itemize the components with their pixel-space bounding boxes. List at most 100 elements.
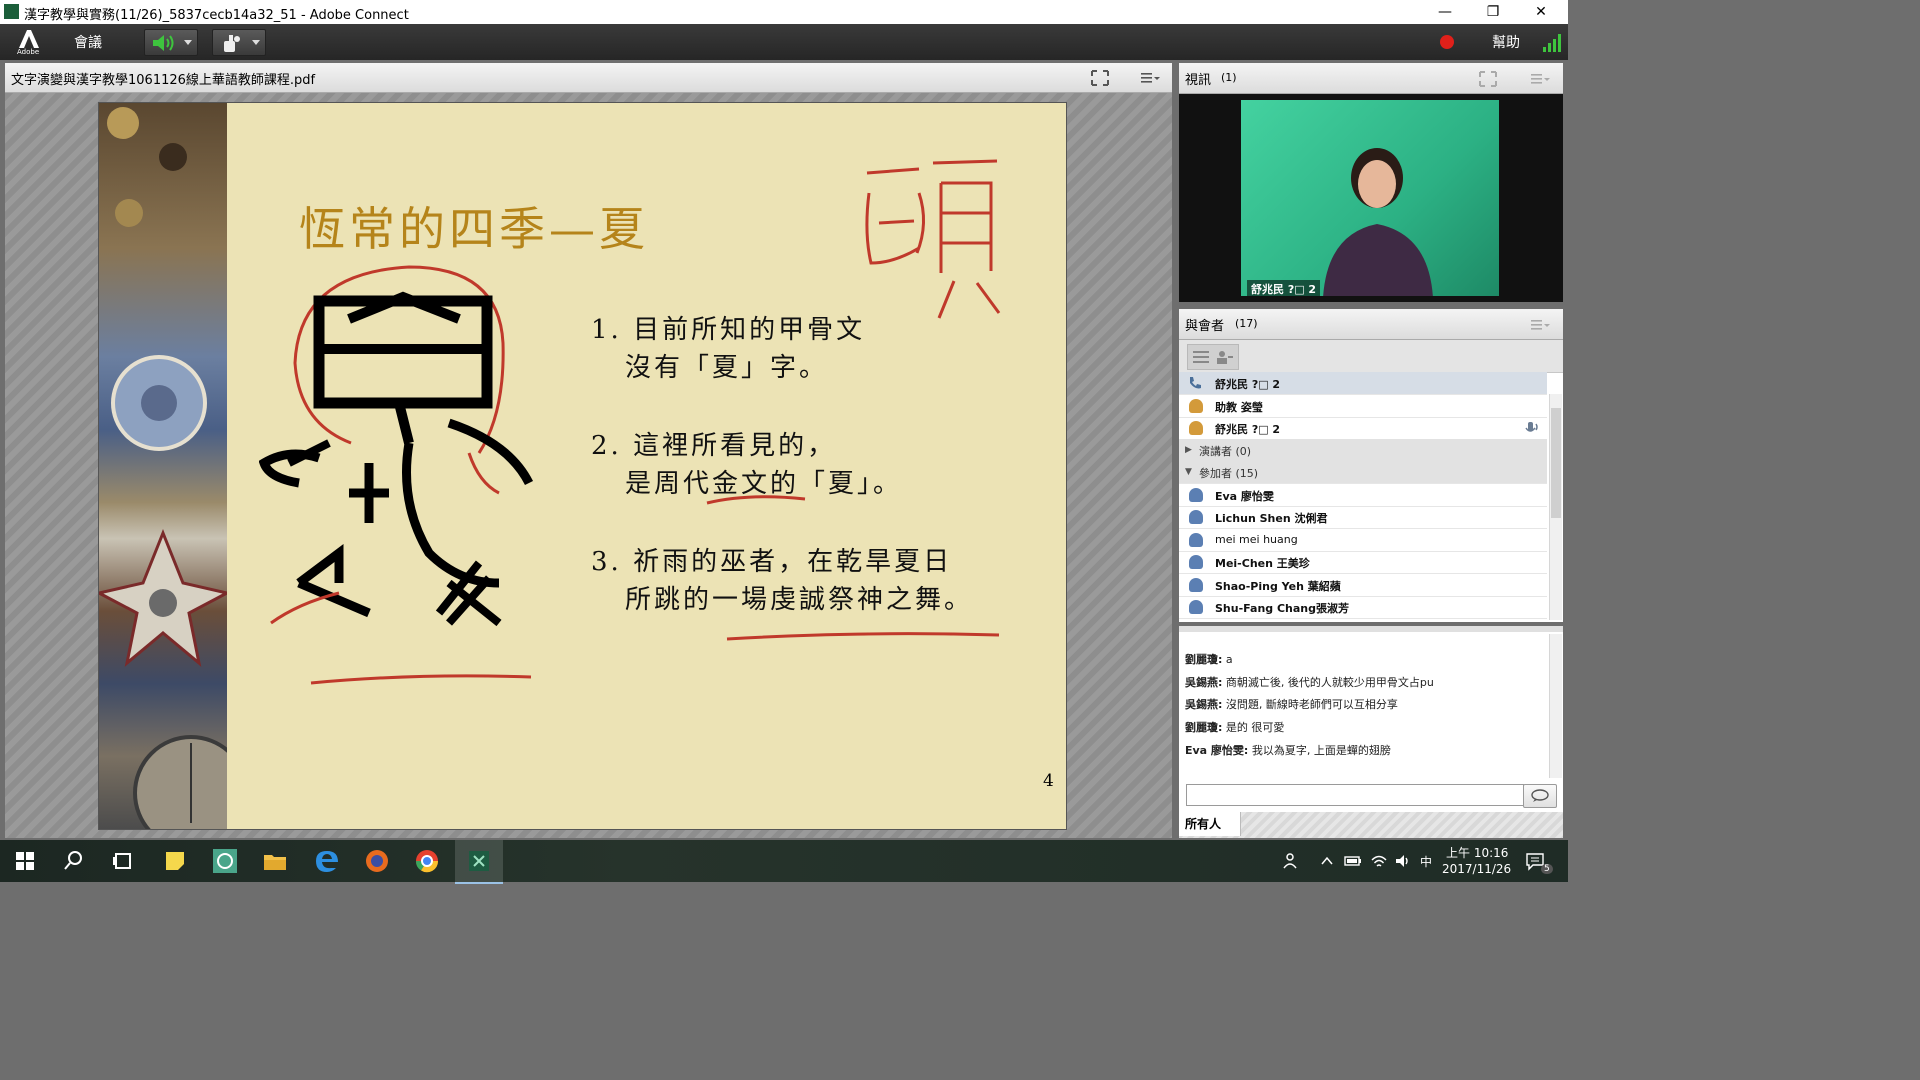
participant-row[interactable]: Shu-Fang Chang張淑芳 <box>1179 596 1547 619</box>
app-snowflake-icon[interactable] <box>210 846 240 876</box>
participant-user-icon <box>1189 555 1203 569</box>
webcam-video-feed[interactable]: 舒兆民 ?□ 2 <box>1241 100 1499 296</box>
video-pod-title: 視訊 <box>1185 73 1212 88</box>
bronze-inscription-xia-character <box>259 265 534 627</box>
participant-user-icon <box>1189 488 1203 502</box>
chat-pod: 劉麗瓊: a 吳錫燕: 商朝滅亡後, 後代的人就較少用甲骨文占pu 吳錫燕: 沒… <box>1179 626 1563 838</box>
edge-browser-icon[interactable] <box>312 846 342 876</box>
participant-user-icon <box>1189 533 1203 547</box>
participant-row[interactable]: Eva 廖怡雯 <box>1179 484 1547 507</box>
chat-tab-bar: 所有人 <box>1179 812 1563 838</box>
volume-icon[interactable] <box>1394 852 1412 870</box>
windows-start-icon[interactable] <box>10 846 40 876</box>
pod-options-menu-icon[interactable] <box>1531 73 1551 85</box>
presenter-figure <box>1323 148 1433 296</box>
record-icon[interactable] <box>1438 33 1456 51</box>
clock-time[interactable]: 上午 10:16 <box>1446 844 1508 861</box>
adobe-connect-taskbar-button[interactable] <box>455 840 503 884</box>
participant-row[interactable]: mei mei huang <box>1179 529 1547 552</box>
attendee-status-view-icon[interactable] <box>1215 348 1235 366</box>
maximize-button[interactable]: ❐ <box>1470 2 1516 22</box>
help-menu[interactable]: 幫助 <box>1492 32 1520 52</box>
pod-options-menu-icon[interactable] <box>1531 319 1551 331</box>
microphone-active-icon <box>1525 422 1538 432</box>
attendees-scrollbar[interactable] <box>1549 394 1562 620</box>
chrome-browser-icon[interactable] <box>412 846 442 876</box>
participant-name: Shao-Ping Yeh 葉紹蘋 <box>1215 580 1341 593</box>
participants-group-label: 參加者 (15) <box>1199 467 1259 480</box>
chat-message-input[interactable] <box>1186 784 1524 806</box>
participant-row[interactable]: Mei-Chen 王美珍 <box>1179 551 1547 574</box>
speaker-icon <box>153 35 174 51</box>
participant-row[interactable]: Shao-Ping Yeh 葉紹蘋 <box>1179 574 1547 597</box>
slide-decorative-collage <box>99 103 249 829</box>
chat-text: 是的 很可愛 <box>1225 721 1285 734</box>
windows-taskbar: 中 上午 10:16 2017/11/26 5 <box>0 840 1568 884</box>
chat-sender: Eva 廖怡雯: <box>1185 744 1249 757</box>
chevron-down-icon: ▼ <box>1185 467 1192 477</box>
participants-group-header[interactable]: ▼ 參加者 (15) <box>1179 461 1547 484</box>
host-row[interactable]: 舒兆民 ?□ 2 <box>1179 417 1547 440</box>
slide-point-3-line-1: 3. 祈雨的巫者，在乾旱夏日 <box>591 547 953 577</box>
sticky-notes-icon[interactable] <box>160 846 190 876</box>
slide-point-3-line-2: 所跳的一場虔誠祭神之舞。 <box>625 585 974 615</box>
slide-point-2-line-1: 2. 這裡所看見的， <box>591 431 837 461</box>
people-icon[interactable] <box>1282 851 1302 871</box>
chat-text: 商朝滅亡後, 後代的人就較少用甲骨文占pu <box>1225 676 1434 689</box>
input-method-indicator[interactable]: 中 <box>1420 853 1432 870</box>
host-user-icon <box>1189 399 1203 413</box>
presenters-group-header[interactable]: ▶ 演講者 (0) <box>1179 439 1547 462</box>
annotation-underline-figure <box>310 674 532 685</box>
chevron-down-icon <box>184 40 192 45</box>
wifi-icon[interactable] <box>1370 852 1388 870</box>
fullscreen-icon[interactable] <box>1479 71 1497 87</box>
participant-name: Shu-Fang Chang張淑芳 <box>1215 602 1350 615</box>
minimize-button[interactable]: — <box>1422 2 1468 22</box>
search-icon[interactable] <box>58 846 88 876</box>
pod-options-menu-icon[interactable] <box>1141 72 1161 84</box>
speaker-toggle-button[interactable] <box>144 29 198 56</box>
view-toggle-group <box>1187 344 1239 370</box>
chat-sender: 吳錫燕: <box>1185 676 1223 689</box>
chevron-up-icon[interactable] <box>1320 854 1334 868</box>
participant-name: Mei-Chen 王美珍 <box>1215 557 1310 570</box>
video-pod-count: (1) <box>1221 71 1237 84</box>
window-title: 漢字教學與實務(11/26)_5837cecb14a32_51 - Adobe … <box>24 8 409 23</box>
chat-sender: 劉麗瓊: <box>1185 653 1223 666</box>
list-view-icon[interactable] <box>1191 348 1211 366</box>
annotation-underline-jinwen <box>706 495 806 505</box>
task-view-icon[interactable] <box>108 846 138 876</box>
chat-text: 沒問題, 斷線時老師們可以互相分享 <box>1225 698 1398 711</box>
share-pod-header: 文字演變與漢字教學1061126線上華語教師課程.pdf <box>5 63 1172 93</box>
file-explorer-icon[interactable] <box>260 846 290 876</box>
speech-bubble-icon <box>1531 789 1549 802</box>
chat-tab-everyone[interactable]: 所有人 <box>1179 812 1241 836</box>
host-name: 舒兆民 ?□ 2 <box>1215 423 1281 436</box>
participant-name: Eva 廖怡雯 <box>1215 490 1274 503</box>
window-title-bar: 漢字教學與實務(11/26)_5837cecb14a32_51 - Adobe … <box>0 0 1568 24</box>
video-pod-content: 舒兆民 ?□ 2 <box>1179 94 1563 302</box>
firefox-browser-icon[interactable] <box>362 846 392 876</box>
host-line-row[interactable]: 舒兆民 ?□ 2 <box>1179 372 1547 395</box>
chat-text: a <box>1225 653 1233 666</box>
raise-hand-button[interactable] <box>212 29 266 56</box>
close-button[interactable]: ✕ <box>1518 2 1564 22</box>
chat-message: 劉麗瓊: a <box>1185 651 1233 667</box>
telephone-icon <box>1190 377 1201 389</box>
fullscreen-icon[interactable] <box>1091 70 1109 86</box>
chat-scrollbar[interactable] <box>1549 634 1562 778</box>
meeting-menu[interactable]: 會議 <box>74 32 102 52</box>
participant-row[interactable]: Lichun Shen 沈俐君 <box>1179 506 1547 529</box>
send-message-button[interactable] <box>1523 784 1557 808</box>
chat-sender: 劉麗瓊: <box>1185 721 1223 734</box>
clock-date[interactable]: 2017/11/26 <box>1442 862 1511 876</box>
host-name: 助教 姿瑩 <box>1215 401 1263 414</box>
chat-text: 我以為夏字, 上面是蟬的翅膀 <box>1251 744 1391 757</box>
presentation-slide: 恆常的四季—夏 1. 目前所知的甲骨文 沒有「夏」字。 2. 這裡所看見的， 是… <box>98 102 1067 830</box>
host-row[interactable]: 助教 姿瑩 <box>1179 395 1547 418</box>
attendees-scrollbar-thumb[interactable] <box>1551 408 1561 518</box>
adobe-connect-app-icon <box>4 4 19 19</box>
battery-icon[interactable] <box>1344 853 1362 869</box>
video-pod-header: 視訊 (1) <box>1179 63 1563 94</box>
chat-pod-top-border <box>1179 626 1563 632</box>
